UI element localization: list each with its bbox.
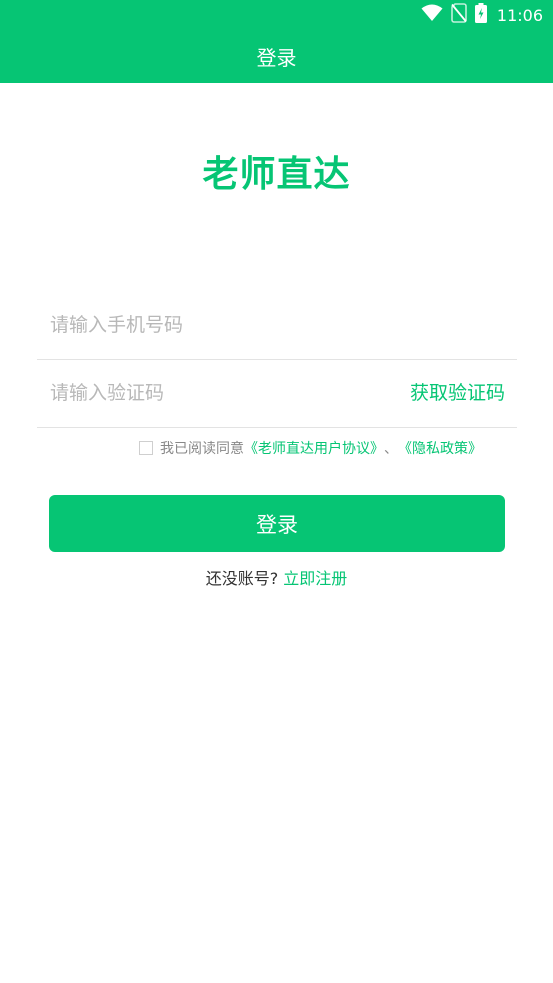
battery-charging-icon bbox=[474, 3, 487, 27]
agreement-separator: 、 bbox=[384, 441, 398, 457]
code-row: 获取验证码 bbox=[37, 359, 517, 428]
agreement-row: 我已阅读同意 《老师直达用户协议》 、 《隐私政策》 bbox=[139, 438, 482, 458]
status-bar: 11:06 bbox=[0, 0, 553, 30]
register-prompt: 还没账号? bbox=[205, 569, 279, 588]
nav-title: 登录 bbox=[256, 46, 297, 70]
register-line: 还没账号? 立即注册 bbox=[0, 565, 553, 589]
privacy-policy-link[interactable]: 《隐私政策》 bbox=[398, 438, 482, 458]
phone-row bbox=[37, 291, 517, 360]
wifi-icon bbox=[421, 4, 443, 26]
no-sim-icon bbox=[451, 3, 467, 27]
agreement-prefix: 我已阅读同意 bbox=[160, 441, 244, 457]
phone-input[interactable] bbox=[50, 291, 490, 359]
user-agreement-link[interactable]: 《老师直达用户协议》 bbox=[244, 438, 384, 458]
agreement-checkbox[interactable] bbox=[139, 441, 153, 455]
app-title: 老师直达 bbox=[202, 154, 351, 195]
status-time: 11:06 bbox=[496, 5, 543, 25]
register-link[interactable]: 立即注册 bbox=[283, 569, 347, 588]
verification-code-input[interactable] bbox=[50, 359, 380, 427]
get-code-button[interactable]: 获取验证码 bbox=[410, 359, 505, 427]
nav-bar: 登录 bbox=[0, 30, 553, 83]
status-icons: 11:06 bbox=[421, 3, 543, 27]
login-button[interactable]: 登录 bbox=[49, 495, 505, 552]
